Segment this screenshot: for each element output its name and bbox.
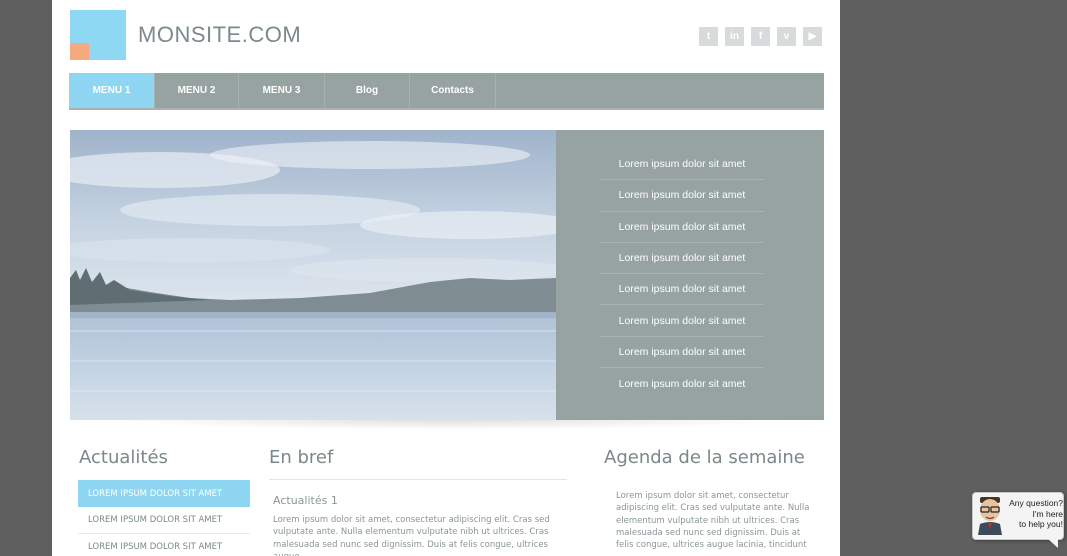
nav-item-menu-2[interactable]: MENU 2	[155, 73, 239, 108]
agenda-text: Lorem ipsum dolor sit amet, consectetur …	[616, 491, 810, 551]
help-line-3: to help you!	[1019, 519, 1063, 529]
slider-shadow	[112, 420, 792, 430]
help-chat-widget[interactable]: Any question? I'm here to help you!	[972, 492, 1064, 548]
logo-accent-square	[70, 43, 89, 60]
slider-link[interactable]: Lorem ipsum dolor sit amet	[600, 149, 764, 181]
slider-link[interactable]: Lorem ipsum dolor sit amet	[600, 243, 764, 275]
facebook-icon[interactable]: f	[751, 27, 770, 46]
divider	[269, 479, 567, 480]
help-message: Any question? I'm here to help you!	[1003, 498, 1063, 530]
news-heading: Actualités	[79, 447, 168, 468]
vimeo-icon[interactable]: v	[777, 27, 796, 46]
news-list-item[interactable]: LOREM IPSUM DOLOR SIT AMET	[78, 534, 250, 556]
brief-subtitle[interactable]: Actualités 1	[273, 494, 338, 507]
slider-link[interactable]: Lorem ipsum dolor sit amet	[600, 337, 764, 369]
news-list-item[interactable]: LOREM IPSUM DOLOR SIT AMET	[78, 480, 250, 507]
lake-landscape-image	[70, 130, 556, 420]
nav-item-menu-3[interactable]: MENU 3	[239, 73, 325, 108]
slider-link[interactable]: Lorem ipsum dolor sit amet	[600, 180, 764, 212]
slider-link-list: Lorem ipsum dolor sit amet Lorem ipsum d…	[556, 130, 824, 420]
assistant-avatar-icon	[978, 497, 1002, 535]
page-container: MONSITE.COM t in f v ▶ MENU 1 MENU 2 MEN…	[52, 0, 840, 556]
logo-icon[interactable]	[70, 10, 126, 60]
youtube-icon[interactable]: ▶	[803, 27, 822, 46]
linkedin-icon[interactable]: in	[725, 27, 744, 46]
nav-item-contacts[interactable]: Contacts	[410, 73, 496, 108]
slider-link[interactable]: Lorem ipsum dolor sit amet	[600, 274, 764, 306]
social-links: t in f v ▶	[699, 27, 822, 46]
slider-image[interactable]	[70, 130, 556, 420]
nav-item-blog[interactable]: Blog	[325, 73, 410, 108]
brief-heading: En bref	[269, 447, 334, 468]
help-bubble-tail	[1048, 539, 1058, 548]
news-list: LOREM IPSUM DOLOR SIT AMET LOREM IPSUM D…	[78, 480, 250, 556]
twitter-icon[interactable]: t	[699, 27, 718, 46]
help-line-2: I'm here	[1032, 508, 1063, 519]
main-nav: MENU 1 MENU 2 MENU 3 Blog Contacts	[69, 73, 824, 110]
agenda-heading: Agenda de la semaine	[604, 447, 805, 468]
slider-link[interactable]: Lorem ipsum dolor sit amet	[600, 212, 764, 243]
brief-text: Lorem ipsum dolor sit amet, consectetur …	[273, 515, 550, 556]
slider-link[interactable]: Lorem ipsum dolor sit amet	[600, 368, 764, 399]
site-title[interactable]: MONSITE.COM	[138, 22, 301, 48]
slider-link[interactable]: Lorem ipsum dolor sit amet	[600, 305, 764, 337]
help-line-1: Any question?	[1009, 498, 1063, 508]
news-list-item[interactable]: LOREM IPSUM DOLOR SIT AMET	[78, 507, 250, 534]
nav-item-menu-1[interactable]: MENU 1	[69, 73, 155, 108]
